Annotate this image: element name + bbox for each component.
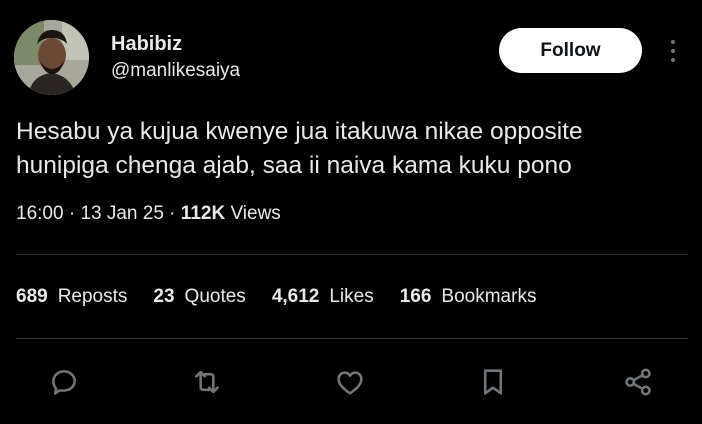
reply-icon[interactable] <box>46 364 82 400</box>
views-label: Views <box>230 203 281 224</box>
display-name[interactable]: Habibiz <box>111 33 182 56</box>
avatar[interactable] <box>14 20 89 95</box>
tweet-text-line: Hesabu ya kujua kwenye jua itakuwa nikae… <box>16 118 583 145</box>
tweet-date[interactable]: 13 Jan 25 <box>80 203 163 224</box>
tweet-meta: 16:00 · 13 Jan 25 · 112K Views <box>16 203 281 225</box>
follow-button[interactable]: Follow <box>499 28 642 73</box>
stat-count: 689 <box>16 286 48 307</box>
tweet-text: Hesabu ya kujua kwenye jua itakuwa nikae… <box>16 115 692 183</box>
stat-label: Reposts <box>57 286 128 307</box>
bookmarks-stat[interactable]: 166 Bookmarks <box>400 286 537 308</box>
more-dot <box>671 49 675 53</box>
stat-label: Quotes <box>184 286 246 307</box>
tweet-time[interactable]: 16:00 <box>16 203 64 224</box>
stat-count: 166 <box>399 286 432 307</box>
more-dot <box>671 40 675 44</box>
divider <box>16 254 688 255</box>
stat-label: Bookmarks <box>441 286 537 307</box>
user-handle[interactable]: @manlikesaiya <box>111 60 240 82</box>
like-icon[interactable] <box>332 364 368 400</box>
meta-separator: · <box>63 203 81 224</box>
meta-separator: · <box>163 203 181 224</box>
more-dot <box>671 58 675 62</box>
share-icon[interactable] <box>620 364 656 400</box>
tweet-text-line: hunipiga chenga ajab, saa ii naiva kama … <box>16 152 572 179</box>
likes-stat[interactable]: 4,612 Likes <box>272 286 374 308</box>
views-count: 112K <box>180 203 226 224</box>
bookmark-icon[interactable] <box>475 364 511 400</box>
stat-count: 23 <box>153 286 175 307</box>
engagement-stats: 689 Reposts 23 Quotes 4,612 Likes 166 Bookma… <box>16 286 536 308</box>
reposts-stat[interactable]: 689 Reposts <box>16 286 127 308</box>
action-bar <box>0 364 702 404</box>
quotes-stat[interactable]: 23 Quotes <box>153 286 245 308</box>
stat-count: 4,612 <box>271 286 320 307</box>
repost-icon[interactable] <box>189 364 225 400</box>
stat-label: Likes <box>329 286 374 307</box>
more-options-icon[interactable] <box>662 36 684 66</box>
divider <box>16 338 688 339</box>
avatar-image <box>14 20 89 95</box>
